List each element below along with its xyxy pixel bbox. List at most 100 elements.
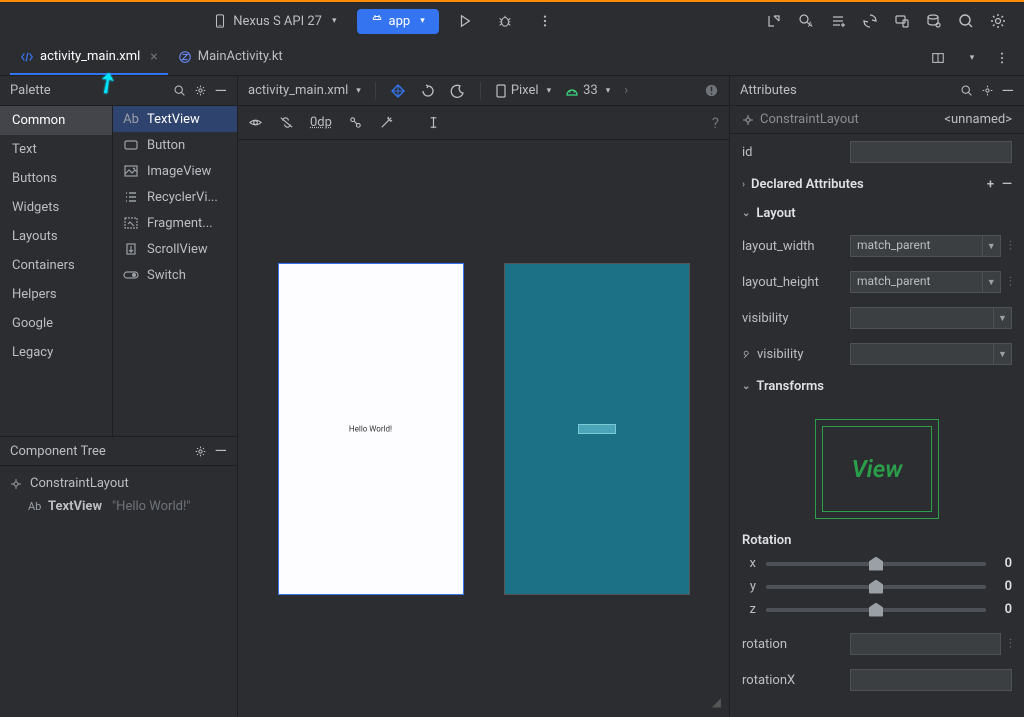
api-picker[interactable]: 33 ▾	[565, 83, 610, 98]
guideline-icon[interactable]	[426, 115, 441, 130]
slider-track[interactable]	[766, 562, 986, 566]
flag-icon[interactable]: ⫶	[1009, 637, 1012, 652]
device-picker[interactable]: Pixel ▾	[495, 83, 551, 98]
run-button[interactable]	[451, 7, 479, 35]
chevron-down-icon: ⌄	[742, 208, 750, 219]
id-input[interactable]	[850, 141, 1012, 163]
settings-button[interactable]	[984, 7, 1012, 35]
chevron-down-icon[interactable]: ▼	[983, 235, 1001, 257]
search-icon[interactable]	[960, 84, 973, 97]
slider-track[interactable]	[766, 585, 986, 589]
run-config-selector[interactable]: app ▾	[357, 9, 439, 34]
slider-thumb[interactable]	[869, 557, 883, 571]
infer-constraints-icon[interactable]	[348, 115, 363, 130]
slider-track[interactable]	[766, 608, 986, 612]
palette-cat-containers[interactable]: Containers	[0, 251, 112, 280]
visibility-select[interactable]	[850, 307, 994, 329]
tab-label: activity_main.xml	[40, 49, 140, 64]
blueprint-widget[interactable]	[579, 425, 615, 433]
palette-cat-helpers[interactable]: Helpers	[0, 280, 112, 309]
help-icon[interactable]: ?	[712, 114, 719, 132]
palette-item-fragment[interactable]: Fragment...	[113, 210, 237, 236]
palette-categories: Common Text Buttons Widgets Layouts Cont…	[0, 106, 113, 436]
minimize-icon[interactable]: —	[215, 87, 228, 95]
palette-item-button[interactable]: Button	[113, 132, 237, 158]
layout-height-select[interactable]: match_parent	[850, 271, 983, 293]
layout-section-header[interactable]: ⌄ Layout	[730, 199, 1024, 228]
tab-more-button[interactable]	[988, 44, 1016, 72]
declared-attributes-header[interactable]: › Declared Attributes +—	[730, 170, 1024, 199]
minimize-icon[interactable]: —	[1002, 87, 1015, 95]
more-actions-button[interactable]	[531, 7, 559, 35]
tab-dropdown-button[interactable]: ▾	[956, 44, 984, 72]
gear-icon[interactable]	[194, 445, 207, 458]
palette-cat-legacy[interactable]: Legacy	[0, 338, 112, 367]
warning-icon[interactable]	[704, 83, 719, 98]
palette-item-textview[interactable]: AbTextView	[113, 106, 237, 132]
avd-button[interactable]	[888, 7, 916, 35]
eye-icon[interactable]	[248, 115, 263, 130]
tree-child[interactable]: Ab TextView "Hello World!"	[0, 495, 237, 518]
design-canvas[interactable]: Hello World! ◢	[238, 140, 729, 717]
autoconnect-icon[interactable]	[279, 115, 294, 130]
palette-item-scrollview[interactable]: ScrollView	[113, 236, 237, 262]
palette-item-label: Button	[147, 138, 185, 153]
resize-grip-icon[interactable]: ◢	[712, 695, 721, 709]
gear-icon[interactable]	[981, 84, 994, 97]
palette-cat-widgets[interactable]: Widgets	[0, 193, 112, 222]
minimize-icon[interactable]: —	[215, 447, 228, 455]
default-margin[interactable]: 0dp	[310, 115, 332, 130]
design-surface-icon[interactable]	[390, 83, 406, 99]
chevron-down-icon[interactable]: ▼	[994, 343, 1012, 365]
search-everywhere-button[interactable]	[952, 7, 980, 35]
layout-width-select[interactable]: match_parent	[850, 235, 983, 257]
search-button[interactable]: A	[792, 7, 820, 35]
tools-visibility-select[interactable]	[850, 343, 994, 365]
slider-value: 0	[996, 556, 1012, 571]
build-button[interactable]	[824, 7, 852, 35]
view-placeholder-text: View	[852, 455, 903, 483]
palette-item-imageview[interactable]: ImageView	[113, 158, 237, 184]
slider-thumb[interactable]	[869, 603, 883, 617]
palette-item-switch[interactable]: Switch	[113, 262, 237, 288]
palette-cat-google[interactable]: Google	[0, 309, 112, 338]
palette-item-recyclerview[interactable]: RecyclerVi...	[113, 184, 237, 210]
tree-root[interactable]: ConstraintLayout	[0, 472, 237, 495]
search-icon[interactable]	[173, 84, 186, 97]
slider-thumb[interactable]	[869, 580, 883, 594]
blueprint-preview[interactable]	[504, 263, 690, 595]
sync-button[interactable]	[856, 7, 884, 35]
palette-cat-text[interactable]: Text	[0, 135, 112, 164]
debug-button[interactable]	[491, 7, 519, 35]
gear-icon[interactable]	[194, 84, 207, 97]
wand-icon[interactable]	[379, 115, 394, 130]
chevron-down-icon[interactable]: ▼	[983, 271, 1001, 293]
flag-icon[interactable]: ⫶	[1009, 275, 1012, 290]
tab-main-activity[interactable]: MainActivity.kt	[168, 40, 293, 75]
night-mode-icon[interactable]	[450, 83, 466, 99]
breadcrumb[interactable]: activity_main.xml ▾	[248, 83, 361, 98]
code-with-me-button[interactable]	[760, 7, 788, 35]
rotationx-input[interactable]	[850, 669, 1012, 691]
chevron-down-icon[interactable]: ▼	[994, 307, 1012, 329]
palette-cat-layouts[interactable]: Layouts	[0, 222, 112, 251]
palette-cat-common[interactable]: Common	[0, 106, 112, 135]
textview-icon: Ab	[28, 500, 42, 513]
split-view-button[interactable]	[924, 44, 952, 72]
rotation-input[interactable]	[850, 633, 1001, 655]
rotation-title: Rotation	[730, 529, 1024, 552]
device-selector[interactable]: Nexus S API 27 ▾	[205, 10, 344, 33]
close-icon[interactable]: ×	[150, 49, 157, 65]
remove-icon[interactable]: —	[1002, 177, 1012, 192]
inspector-button[interactable]	[920, 7, 948, 35]
orientation-icon[interactable]	[420, 83, 436, 99]
component-type-row: ConstraintLayout <unnamed>	[730, 106, 1024, 134]
flag-icon[interactable]: ⫶	[1009, 239, 1012, 254]
constraint-icon	[742, 114, 754, 126]
palette-cat-buttons[interactable]: Buttons	[0, 164, 112, 193]
add-icon[interactable]: +	[987, 177, 994, 192]
design-preview[interactable]: Hello World!	[278, 263, 464, 595]
transforms-section-header[interactable]: ⌄ Transforms	[730, 372, 1024, 401]
tab-activity-main[interactable]: activity_main.xml ×	[10, 40, 168, 75]
chevron-right-icon[interactable]: ›	[624, 83, 628, 98]
